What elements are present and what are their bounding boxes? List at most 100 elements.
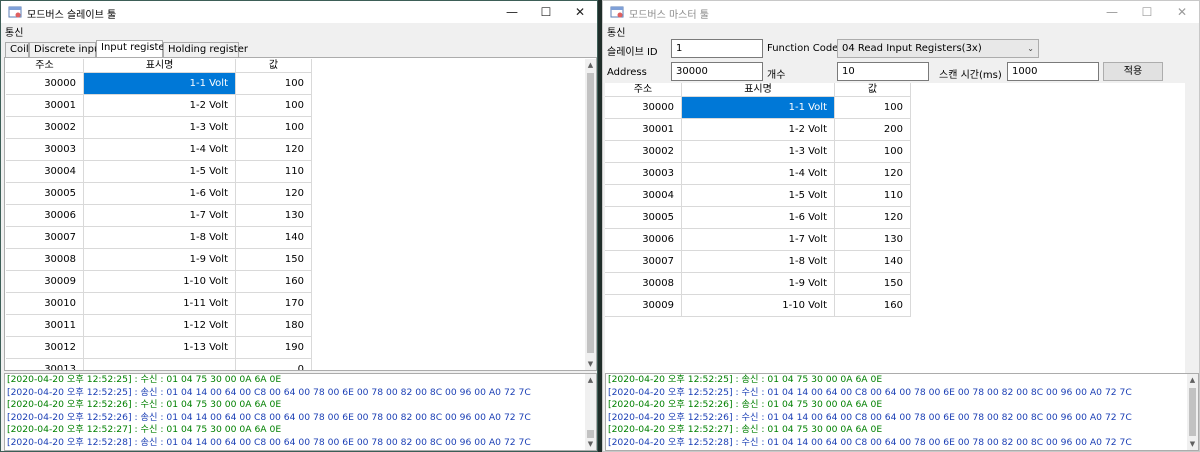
communication-log[interactable]: [2020-04-20 오후 12:52:25] : 수신 : 01 04 75… bbox=[4, 373, 597, 451]
display-name-cell[interactable]: 1-2 Volt bbox=[682, 119, 835, 141]
value-cell[interactable]: 160 bbox=[236, 271, 312, 293]
count-field[interactable]: 10 bbox=[837, 62, 929, 81]
address-cell[interactable]: 30001 bbox=[605, 119, 682, 141]
menu-communication[interactable]: 통신 bbox=[5, 24, 23, 39]
scroll-up-icon[interactable]: ▲ bbox=[585, 59, 596, 71]
tab-coil[interactable]: Coil bbox=[5, 42, 29, 57]
scan-time-field[interactable]: 1000 bbox=[1007, 62, 1099, 81]
title-bar[interactable]: 모드버스 슬레이브 툴 — ☐ ✕ bbox=[1, 1, 597, 23]
address-cell[interactable]: 30010 bbox=[6, 293, 84, 315]
display-name-cell[interactable]: 1-5 Volt bbox=[84, 161, 236, 183]
value-cell[interactable]: 100 bbox=[835, 141, 911, 163]
display-name-cell[interactable]: 1-5 Volt bbox=[682, 185, 835, 207]
apply-button[interactable]: 적용 bbox=[1103, 62, 1163, 81]
address-cell[interactable]: 30000 bbox=[6, 73, 84, 95]
display-name-cell[interactable] bbox=[84, 359, 236, 370]
address-cell[interactable]: 30012 bbox=[6, 337, 84, 359]
maximize-icon[interactable]: ☐ bbox=[529, 1, 563, 23]
slave-id-field[interactable]: 1 bbox=[671, 39, 763, 58]
minimize-icon[interactable]: — bbox=[1095, 1, 1129, 23]
address-cell[interactable]: 30008 bbox=[6, 249, 84, 271]
value-cell[interactable]: 150 bbox=[236, 249, 312, 271]
value-cell[interactable]: 120 bbox=[835, 207, 911, 229]
display-name-cell[interactable]: 1-6 Volt bbox=[682, 207, 835, 229]
address-cell[interactable]: 30011 bbox=[6, 315, 84, 337]
address-cell[interactable]: 30009 bbox=[605, 295, 682, 317]
address-cell[interactable]: 30004 bbox=[6, 161, 84, 183]
value-cell[interactable]: 100 bbox=[236, 117, 312, 139]
log-scrollbar[interactable]: ▲ ▼ bbox=[585, 374, 596, 450]
tab-input-register[interactable]: Input register bbox=[96, 40, 169, 57]
maximize-icon[interactable]: ☐ bbox=[1130, 1, 1164, 23]
address-cell[interactable]: 30001 bbox=[6, 95, 84, 117]
address-cell[interactable]: 30002 bbox=[605, 141, 682, 163]
address-cell[interactable]: 30005 bbox=[605, 207, 682, 229]
display-name-cell[interactable]: 1-4 Volt bbox=[682, 163, 835, 185]
scroll-down-icon[interactable]: ▼ bbox=[585, 438, 596, 450]
display-name-cell[interactable]: 1-7 Volt bbox=[682, 229, 835, 251]
address-cell[interactable]: 30003 bbox=[6, 139, 84, 161]
value-cell[interactable]: 140 bbox=[236, 227, 312, 249]
display-name-cell[interactable]: 1-13 Volt bbox=[84, 337, 236, 359]
display-name-cell[interactable]: 1-12 Volt bbox=[84, 315, 236, 337]
value-cell[interactable]: 120 bbox=[236, 139, 312, 161]
tab-discrete-input[interactable]: Discrete input bbox=[29, 42, 104, 57]
value-cell[interactable]: 170 bbox=[236, 293, 312, 315]
display-name-cell[interactable]: 1-3 Volt bbox=[84, 117, 236, 139]
display-name-cell[interactable]: 1-8 Volt bbox=[84, 227, 236, 249]
value-cell[interactable]: 100 bbox=[236, 95, 312, 117]
display-name-cell[interactable]: 1-6 Volt bbox=[84, 183, 236, 205]
display-name-cell[interactable]: 1-4 Volt bbox=[84, 139, 236, 161]
value-cell[interactable]: 130 bbox=[236, 205, 312, 227]
value-cell[interactable]: 190 bbox=[236, 337, 312, 359]
display-name-cell[interactable]: 1-7 Volt bbox=[84, 205, 236, 227]
scroll-thumb[interactable] bbox=[587, 430, 594, 438]
close-icon[interactable]: ✕ bbox=[1165, 1, 1199, 23]
address-cell[interactable]: 30006 bbox=[6, 205, 84, 227]
scroll-thumb[interactable] bbox=[587, 73, 594, 353]
value-cell[interactable]: 120 bbox=[236, 183, 312, 205]
value-cell[interactable]: 100 bbox=[835, 97, 911, 119]
value-cell[interactable]: 110 bbox=[236, 161, 312, 183]
display-name-cell[interactable]: 1-8 Volt bbox=[682, 251, 835, 273]
minimize-icon[interactable]: — bbox=[495, 1, 529, 23]
value-cell[interactable]: 200 bbox=[835, 119, 911, 141]
address-cell[interactable]: 30007 bbox=[6, 227, 84, 249]
address-cell[interactable]: 30007 bbox=[605, 251, 682, 273]
value-cell[interactable]: 130 bbox=[835, 229, 911, 251]
address-cell[interactable]: 30002 bbox=[6, 117, 84, 139]
display-name-cell[interactable]: 1-10 Volt bbox=[682, 295, 835, 317]
scroll-thumb[interactable] bbox=[1189, 388, 1196, 436]
address-field[interactable]: 30000 bbox=[671, 62, 763, 81]
display-name-cell[interactable]: 1-9 Volt bbox=[84, 249, 236, 271]
value-cell[interactable]: 120 bbox=[835, 163, 911, 185]
address-cell[interactable]: 30009 bbox=[6, 271, 84, 293]
display-name-cell[interactable]: 1-1 Volt bbox=[84, 73, 236, 95]
close-icon[interactable]: ✕ bbox=[563, 1, 597, 23]
log-scrollbar[interactable]: ▲ ▼ bbox=[1187, 374, 1198, 450]
communication-log[interactable]: [2020-04-20 오후 12:52:25] : 송신 : 01 04 75… bbox=[605, 373, 1199, 451]
menu-communication[interactable]: 통신 bbox=[607, 24, 625, 39]
scroll-up-icon[interactable]: ▲ bbox=[1187, 374, 1198, 386]
value-cell[interactable]: 140 bbox=[835, 251, 911, 273]
value-cell[interactable]: 180 bbox=[236, 315, 312, 337]
address-cell[interactable]: 30003 bbox=[605, 163, 682, 185]
address-cell[interactable]: 30013 bbox=[6, 359, 84, 370]
value-cell[interactable]: 150 bbox=[835, 273, 911, 295]
display-name-cell[interactable]: 1-3 Volt bbox=[682, 141, 835, 163]
value-cell[interactable]: 100 bbox=[236, 73, 312, 95]
title-bar[interactable]: 모드버스 마스터 툴 — ☐ ✕ bbox=[603, 1, 1199, 23]
display-name-cell[interactable]: 1-9 Volt bbox=[682, 273, 835, 295]
display-name-cell[interactable]: 1-2 Volt bbox=[84, 95, 236, 117]
display-name-cell[interactable]: 1-1 Volt bbox=[682, 97, 835, 119]
tab-holding-register[interactable]: Holding register bbox=[163, 42, 248, 57]
display-name-cell[interactable]: 1-10 Volt bbox=[84, 271, 236, 293]
address-cell[interactable]: 30004 bbox=[605, 185, 682, 207]
grid-scrollbar[interactable]: ▲ ▼ bbox=[585, 59, 596, 370]
address-cell[interactable]: 30000 bbox=[605, 97, 682, 119]
scroll-up-icon[interactable]: ▲ bbox=[585, 374, 596, 386]
address-cell[interactable]: 30006 bbox=[605, 229, 682, 251]
address-cell[interactable]: 30005 bbox=[6, 183, 84, 205]
address-cell[interactable]: 30008 bbox=[605, 273, 682, 295]
function-code-select[interactable]: 04 Read Input Registers(3x) ⌄ bbox=[837, 39, 1039, 58]
